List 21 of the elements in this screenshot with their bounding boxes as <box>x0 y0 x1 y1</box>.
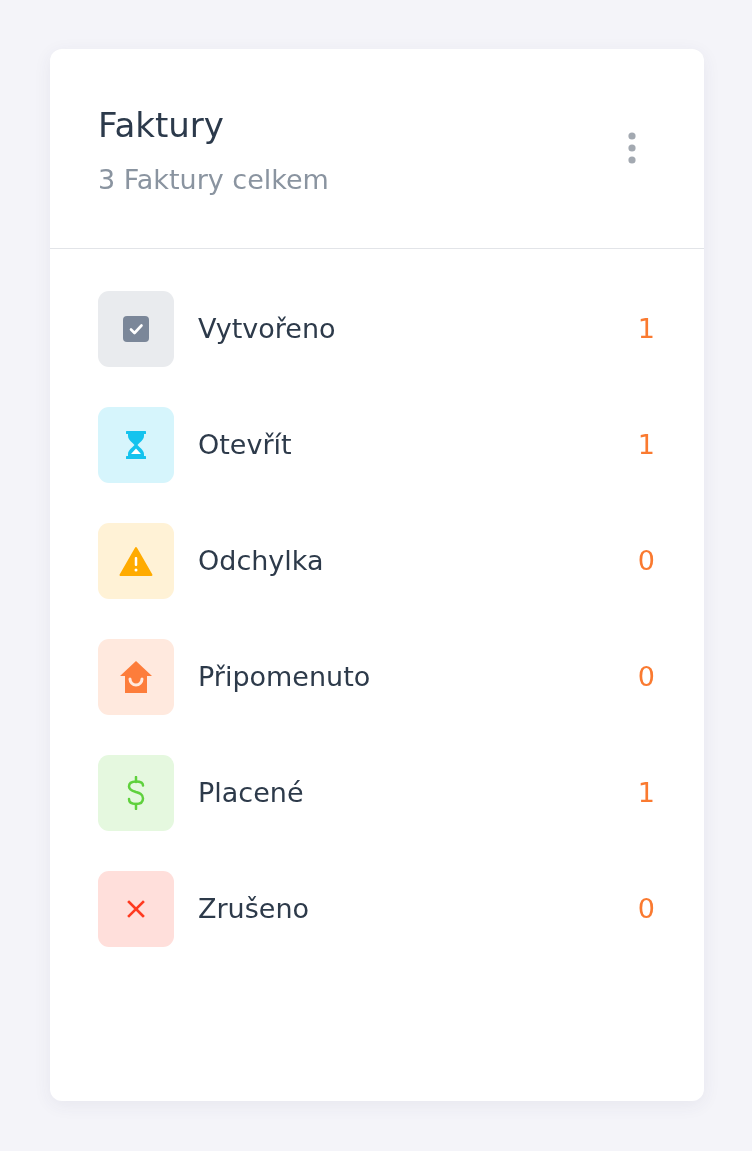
card-title: Faktury <box>98 105 225 146</box>
hourglass-icon <box>98 407 174 483</box>
warning-icon <box>98 523 174 599</box>
status-count: 1 <box>637 312 655 346</box>
house-icon <box>98 639 174 715</box>
status-label: Zrušeno <box>198 892 311 926</box>
cross-icon <box>98 871 174 947</box>
status-label: Připomenuto <box>198 660 372 694</box>
status-label: Odchylka <box>198 544 325 578</box>
status-count: 1 <box>637 428 655 462</box>
status-count: 0 <box>637 544 655 578</box>
status-label: Placené <box>198 776 305 810</box>
status-count: 0 <box>637 660 655 694</box>
status-count: 1 <box>637 776 655 810</box>
status-label: Otevřít <box>198 428 293 462</box>
status-label: Vytvořeno <box>198 312 337 346</box>
dollar-icon <box>98 755 174 831</box>
status-count: 0 <box>637 892 655 926</box>
card-subtitle: 3 Faktury celkem <box>98 163 329 197</box>
kebab-icon <box>628 132 636 164</box>
checkbox-icon <box>98 291 174 367</box>
